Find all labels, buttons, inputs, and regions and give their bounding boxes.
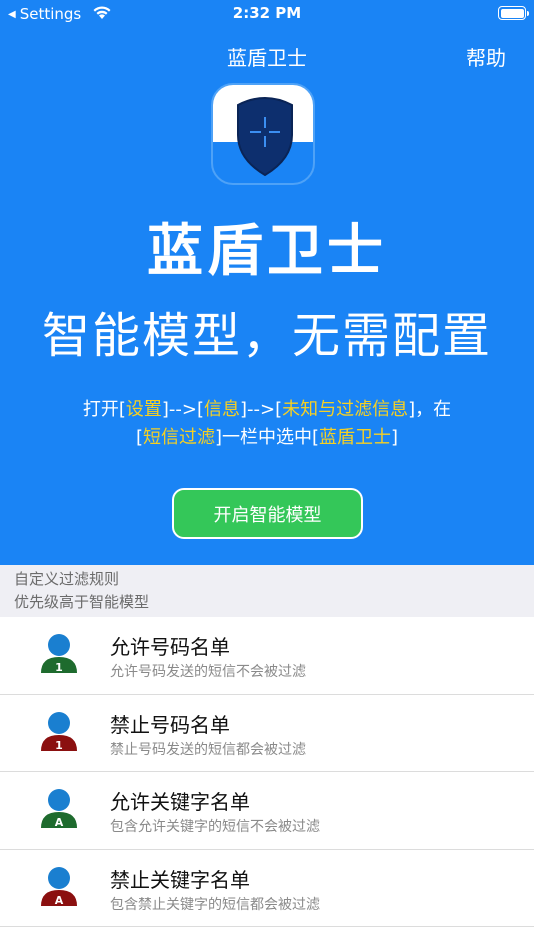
instr-highlight: 信息	[204, 399, 240, 420]
brand-title: 蓝盾卫士	[147, 219, 387, 284]
svg-text:A: A	[55, 816, 64, 829]
battery-icon	[498, 6, 529, 20]
rule-subtitle: 包含禁止关键字的短信都会被过滤	[110, 896, 320, 913]
status-time: 2:32 PM	[232, 4, 302, 22]
instr-text: ]一栏中选中[	[214, 427, 320, 448]
rule-row-block-number[interactable]: 1 禁止号码名单 禁止号码发送的短信都会被过滤	[0, 695, 534, 772]
allow-number-icon: 1	[41, 634, 77, 674]
instr-highlight: 未知与过滤信息	[282, 399, 409, 420]
instr-highlight: 设置	[125, 399, 162, 420]
section-header: 自定义过滤规则 优先级高于智能模型	[0, 565, 534, 617]
slogan: 智能模型，无需配置	[41, 308, 492, 364]
allow-keyword-icon: A	[41, 789, 77, 829]
status-bar: ◀ Settings 2:32 PM	[0, 0, 534, 28]
instr-text: ]	[391, 427, 399, 448]
section-subtitle: 优先级高于智能模型	[14, 593, 150, 611]
rule-subtitle: 禁止号码发送的短信都会被过滤	[110, 741, 306, 758]
setup-instructions: 打开[设置]-->[信息]-->[未知与过滤信息]，在 [短信过滤]一栏中选中[…	[20, 396, 514, 452]
svg-text:1: 1	[55, 661, 63, 674]
rule-title: 允许号码名单	[110, 635, 230, 659]
instr-text: ]-->[	[240, 399, 283, 420]
block-number-icon: 1	[41, 711, 77, 752]
instr-text: 打开[	[82, 399, 126, 420]
help-button[interactable]: 帮助	[466, 42, 506, 71]
rule-subtitle: 允许号码发送的短信不会被过滤	[110, 664, 306, 680]
enable-smart-model-button[interactable]: 开启智能模型	[172, 488, 363, 539]
instr-text: ]，在	[408, 399, 452, 420]
rule-list: 1 允许号码名单 允许号码发送的短信不会被过滤 1 禁止号码名单 禁止号码发送的…	[0, 617, 534, 927]
nav-title: 蓝盾卫士	[227, 46, 307, 70]
rule-row-allow-number[interactable]: 1 允许号码名单 允许号码发送的短信不会被过滤	[0, 617, 534, 695]
rule-row-block-keyword[interactable]: A 禁止关键字名单 包含禁止关键字的短信都会被过滤	[0, 850, 534, 927]
block-keyword-icon: A	[41, 866, 77, 907]
instr-highlight: 蓝盾卫士	[319, 427, 392, 448]
instr-text: [	[135, 427, 143, 448]
app-logo-icon	[211, 83, 315, 185]
section-title: 自定义过滤规则	[14, 570, 120, 588]
instr-highlight: 短信过滤	[142, 427, 215, 448]
rule-title: 禁止号码名单	[110, 712, 230, 737]
rule-title: 禁止关键字名单	[110, 867, 250, 892]
svg-text:1: 1	[55, 739, 63, 752]
rule-title: 允许关键字名单	[110, 790, 250, 814]
rule-row-allow-keyword[interactable]: A 允许关键字名单 包含允许关键字的短信不会被过滤	[0, 772, 534, 850]
svg-text:A: A	[55, 894, 64, 907]
hero-banner: ◀ Settings 2:32 PM 蓝盾卫士 帮助 蓝盾卫士 智能模型，无需配…	[0, 0, 534, 565]
rule-subtitle: 包含允许关键字的短信不会被过滤	[110, 819, 320, 835]
instr-text: ]-->[	[161, 399, 204, 420]
